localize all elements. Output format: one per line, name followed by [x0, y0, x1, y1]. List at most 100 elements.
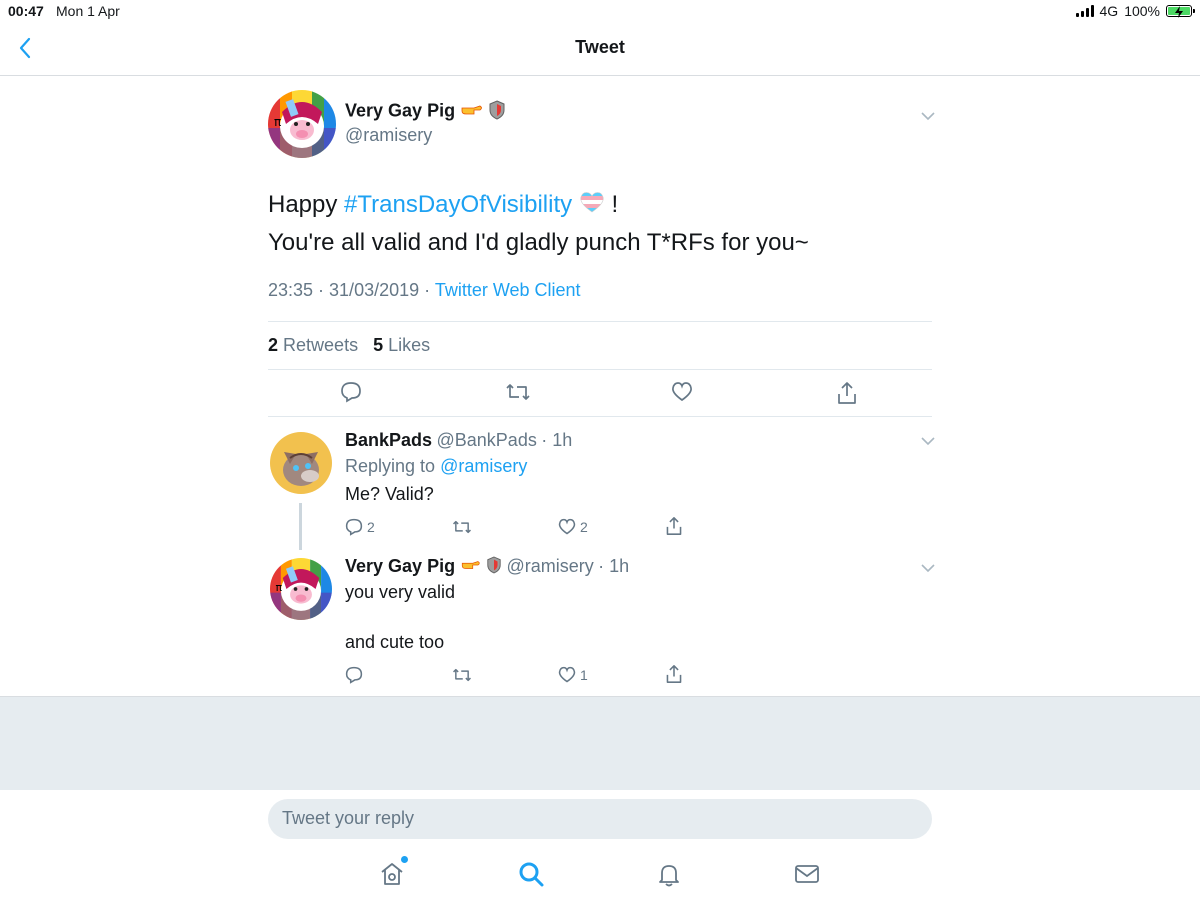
- share-button[interactable]: [665, 664, 683, 684]
- tab-messages[interactable]: [793, 860, 821, 888]
- tweet-text-line2: You're all valid and I'd gladly punch T*…: [268, 229, 809, 257]
- tab-search[interactable]: [517, 860, 545, 888]
- search-icon: [519, 862, 544, 887]
- pointing-hand-icon: [460, 102, 484, 123]
- tab-home[interactable]: [378, 856, 408, 888]
- reply-text-line2: and cute too: [345, 632, 445, 652]
- divider: [268, 321, 932, 322]
- svg-text:π: π: [274, 115, 281, 129]
- retweets-stat[interactable]: 2 Retweets: [268, 335, 358, 355]
- shield-icon: [488, 100, 506, 125]
- tweet-stats: 2 Retweets 5 Likes: [268, 335, 430, 356]
- author-handle[interactable]: @ramisery: [345, 125, 432, 146]
- share-icon: [838, 382, 856, 404]
- author-name[interactable]: Very Gay Pig: [345, 556, 455, 576]
- notification-dot: [401, 856, 408, 863]
- avatar[interactable]: [270, 432, 332, 494]
- retweet-button[interactable]: [452, 518, 476, 536]
- reply-icon: [345, 666, 363, 684]
- reply-tweet: π Very Gay Pig @ramisery · 1h you very v…: [268, 548, 935, 694]
- shield-icon: [486, 556, 502, 579]
- author-handle[interactable]: @ramisery: [506, 556, 593, 576]
- reply-time: · 1h: [541, 430, 573, 450]
- reply-button[interactable]: 2: [345, 518, 375, 536]
- likes-stat[interactable]: 5 Likes: [373, 335, 430, 355]
- tab-notifications[interactable]: [655, 860, 683, 888]
- thread-line: [299, 503, 302, 550]
- bell-icon: [659, 865, 679, 887]
- like-count: 2: [580, 519, 588, 535]
- likes-count: 5: [373, 335, 384, 355]
- client-link[interactable]: Twitter Web Client: [435, 280, 581, 300]
- main-tweet: π Very Gay Pig @ramisery Happy #TransDay…: [268, 88, 935, 418]
- retweet-icon: [506, 384, 530, 400]
- chevron-down-icon[interactable]: [920, 436, 936, 446]
- tweet-text-suffix: !: [604, 191, 619, 218]
- share-button[interactable]: [836, 381, 858, 405]
- retweet-icon: [453, 668, 471, 682]
- heart-icon: [558, 666, 576, 683]
- envelope-icon: [795, 865, 819, 883]
- share-icon: [666, 665, 682, 683]
- like-button[interactable]: [671, 381, 693, 403]
- battery-icon: [1166, 5, 1195, 18]
- hashtag-link[interactable]: #TransDayOfVisibility: [344, 191, 572, 218]
- tab-bar: [0, 848, 1200, 900]
- reply-text: Me? Valid?: [345, 484, 434, 504]
- retweet-button[interactable]: [505, 381, 531, 403]
- heart-icon: [672, 382, 692, 402]
- home-icon: [381, 863, 403, 885]
- reply-header: BankPads @BankPads · 1h: [345, 430, 572, 451]
- mention-link[interactable]: @ramisery: [440, 456, 527, 476]
- reply-tweet: BankPads @BankPads · 1h Replying to @ram…: [268, 420, 935, 546]
- status-indicators: 4G 100%: [1075, 3, 1195, 19]
- svg-text:π: π: [275, 581, 282, 594]
- retweets-label: Retweets: [283, 335, 359, 355]
- retweet-button[interactable]: [452, 666, 476, 684]
- chevron-down-icon[interactable]: [920, 111, 936, 121]
- reply-icon: [345, 518, 363, 536]
- reply-header: Very Gay Pig @ramisery · 1h: [345, 556, 629, 579]
- reply-count: 2: [367, 519, 375, 535]
- divider: [268, 416, 932, 417]
- replying-label: Replying to: [345, 456, 441, 476]
- replying-to: Replying to @ramisery: [345, 456, 527, 477]
- share-button[interactable]: [665, 516, 683, 536]
- share-icon: [666, 517, 682, 535]
- reply-text-line1: you very valid: [345, 582, 456, 602]
- battery-percent: 100%: [1124, 3, 1160, 19]
- avatar[interactable]: π: [268, 90, 336, 158]
- author-block: Very Gay Pig: [345, 100, 506, 125]
- like-button[interactable]: 1: [558, 666, 588, 684]
- like-button[interactable]: 2: [558, 518, 588, 536]
- pointing-hand-icon: [460, 558, 482, 577]
- status-bar: 00:47 Mon 1 Apr 4G 100%: [0, 0, 1200, 22]
- tweet-timestamp: 23:35 · 31/03/2019 ·: [268, 280, 435, 300]
- network-label: 4G: [1099, 3, 1119, 19]
- empty-background: [0, 696, 1200, 790]
- reply-icon: [341, 382, 361, 403]
- likes-label: Likes: [388, 335, 431, 355]
- page-title: Tweet: [575, 37, 625, 57]
- reply-button[interactable]: [345, 666, 367, 684]
- reply-button[interactable]: [340, 381, 362, 403]
- author-name[interactable]: BankPads: [345, 430, 432, 450]
- navigation-bar: Tweet: [0, 22, 1200, 76]
- chevron-down-icon[interactable]: [920, 563, 936, 573]
- retweets-count: 2: [268, 335, 279, 355]
- retweet-icon: [453, 520, 471, 534]
- divider: [268, 369, 932, 370]
- author-name[interactable]: Very Gay Pig: [345, 101, 455, 121]
- status-time: 00:47: [8, 3, 44, 19]
- tweet-text: Happy #TransDayOfVisibility ! You're all…: [268, 186, 932, 261]
- tweet-text-prefix: Happy: [268, 191, 345, 218]
- like-count: 1: [580, 667, 588, 683]
- signal-icon: [1075, 5, 1094, 17]
- tweet-meta: 23:35 · 31/03/2019 · Twitter Web Client: [268, 280, 581, 301]
- avatar[interactable]: π: [270, 558, 332, 620]
- author-handle[interactable]: @BankPads: [437, 430, 537, 450]
- reply-compose-input[interactable]: Tweet your reply: [268, 799, 932, 839]
- trans-heart-icon: [579, 187, 605, 224]
- status-date: Mon 1 Apr: [56, 3, 120, 19]
- heart-icon: [558, 518, 576, 535]
